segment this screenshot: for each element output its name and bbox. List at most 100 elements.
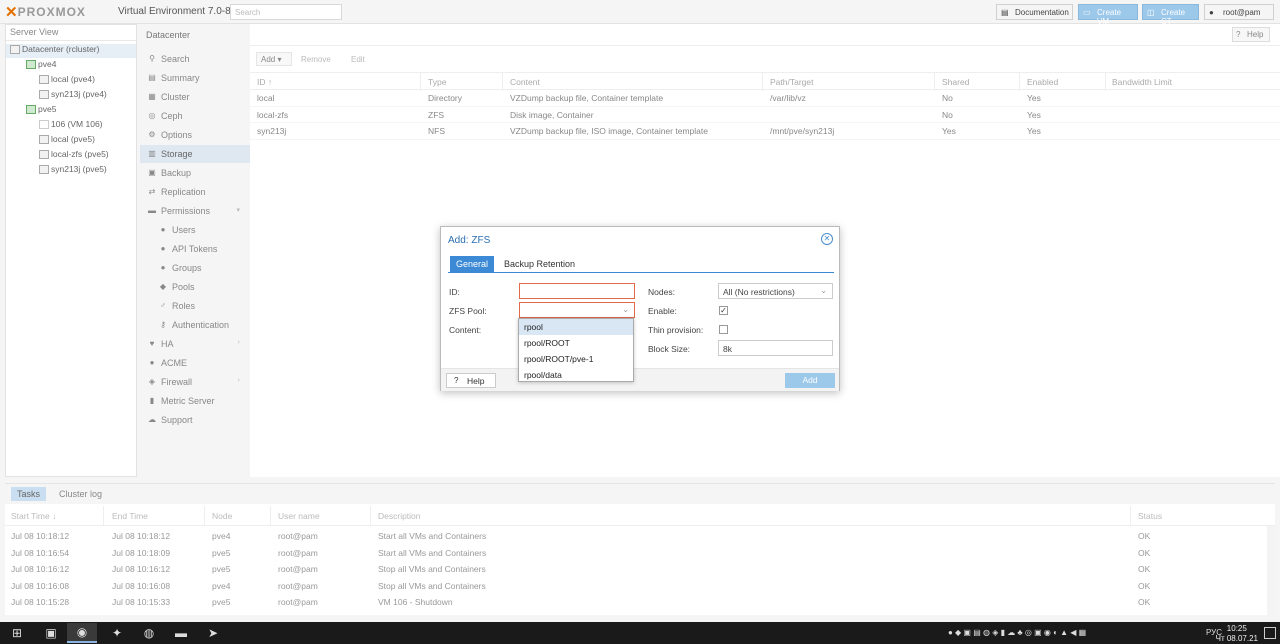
column-divider bbox=[934, 73, 935, 91]
task-row[interactable]: Jul 08 10:18:12 Jul 08 10:18:12 pve4 roo… bbox=[5, 528, 1270, 545]
column-header-enabled[interactable]: Enabled bbox=[1027, 77, 1058, 87]
dropdown-option[interactable]: rpool/ROOT/pve-1 bbox=[519, 351, 633, 367]
cell-start-time: Jul 08 10:16:54 bbox=[11, 547, 70, 558]
nav-item-api-tokens[interactable]: ● API Tokens bbox=[140, 240, 250, 258]
column-header-type[interactable]: Type bbox=[428, 77, 446, 87]
table-row[interactable]: syn213j NFS VZDump backup file, ISO imag… bbox=[250, 123, 1280, 140]
column-header-node[interactable]: Node bbox=[212, 511, 232, 521]
nav-item-ha[interactable]: ♥ HA › bbox=[140, 335, 250, 353]
close-icon[interactable]: ✕ bbox=[821, 233, 833, 245]
table-row[interactable]: local-zfs ZFS Disk image, Container No Y… bbox=[250, 107, 1280, 123]
user-icon: ● bbox=[160, 225, 166, 234]
dropdown-option[interactable]: rpool/ROOT bbox=[519, 335, 633, 351]
notifications-icon[interactable] bbox=[1264, 627, 1276, 639]
app-icon[interactable]: ✦ bbox=[102, 623, 132, 643]
tray-icons[interactable]: ● ◆ ▣ ▤ ◍ ◈ ▮ ☁ ♣ ◎ ▣ ◉ ◐ ▲ ◀ ▦ bbox=[948, 628, 1086, 637]
nav-item-replication[interactable]: ⇄ Replication bbox=[140, 183, 250, 201]
nav-item-support[interactable]: ☁ Support bbox=[140, 411, 250, 429]
nav-item-users[interactable]: ● Users bbox=[140, 221, 250, 239]
enable-label: Enable: bbox=[648, 306, 677, 316]
tree-item-vm[interactable]: 106 (VM 106) bbox=[6, 119, 103, 133]
nav-item-roles[interactable]: ♂ Roles bbox=[140, 297, 250, 315]
create-vm-button[interactable]: ▭ Create VM bbox=[1078, 4, 1138, 26]
tree-item-storage[interactable]: local-zfs (pve5) bbox=[6, 149, 109, 163]
chevron-down-icon: ▾ bbox=[236, 207, 240, 214]
dropdown-option[interactable]: rpool/data bbox=[519, 367, 633, 383]
nav-item-summary[interactable]: ▤ Summary bbox=[140, 69, 250, 87]
task-view-icon[interactable]: ▣ bbox=[36, 623, 66, 643]
dialog-help-button[interactable]: ? Help bbox=[446, 373, 496, 388]
tree-item-storage[interactable]: local (pve5) bbox=[6, 134, 95, 148]
column-header-user[interactable]: User name bbox=[278, 511, 320, 521]
id-field[interactable] bbox=[519, 283, 635, 299]
tree-item-storage[interactable]: local (pve4) bbox=[6, 74, 95, 88]
task-row[interactable]: Jul 08 10:16:08 Jul 08 10:16:08 pve4 roo… bbox=[5, 578, 1270, 595]
nav-item-groups[interactable]: ● Groups bbox=[140, 259, 250, 277]
column-header-description[interactable]: Description bbox=[378, 511, 421, 521]
column-header-id[interactable]: ID ↑ bbox=[257, 77, 272, 87]
nav-item-cluster[interactable]: ▦ Cluster bbox=[140, 88, 250, 106]
task-row[interactable]: Jul 08 10:16:12 Jul 08 10:16:12 pve5 roo… bbox=[5, 561, 1270, 578]
help-button[interactable]: ? Help bbox=[1232, 27, 1270, 42]
tab-backup-retention[interactable]: Backup Retention bbox=[498, 256, 581, 272]
column-header-end-time[interactable]: End Time bbox=[112, 511, 148, 521]
vpn-icon[interactable]: ◍ bbox=[134, 623, 164, 643]
breadcrumb: Datacenter bbox=[146, 30, 191, 40]
tree-item-node[interactable]: pve5 bbox=[6, 104, 56, 118]
nav-item-pools[interactable]: ◆ Pools bbox=[140, 278, 250, 296]
enable-checkbox[interactable]: ✓ bbox=[719, 306, 728, 315]
firefox-icon[interactable]: ◉ bbox=[67, 623, 97, 643]
column-header-start-time[interactable]: Start Time ↓ bbox=[11, 511, 56, 521]
column-header-bandwidth[interactable]: Bandwidth Limit bbox=[1112, 77, 1172, 87]
column-header-shared[interactable]: Shared bbox=[942, 77, 969, 87]
tree-item-node[interactable]: pve4 bbox=[6, 59, 56, 73]
column-header-content[interactable]: Content bbox=[510, 77, 540, 87]
task-scrollbar[interactable] bbox=[1267, 526, 1275, 616]
version-label: Virtual Environment 7.0-8 bbox=[118, 6, 231, 17]
cell-shared: Yes bbox=[942, 126, 956, 136]
nav-item-options[interactable]: ⚙ Options bbox=[140, 126, 250, 144]
dropdown-option[interactable]: rpool bbox=[519, 319, 633, 335]
documentation-button[interactable]: ▤ Documentation bbox=[996, 4, 1073, 20]
search-input[interactable]: Search bbox=[230, 4, 342, 20]
zfs-pool-select[interactable]: ⌄ bbox=[519, 302, 635, 318]
nav-item-metric-server[interactable]: ▮ Metric Server bbox=[140, 392, 250, 410]
column-header-path[interactable]: Path/Target bbox=[770, 77, 813, 87]
remove-button[interactable]: Remove bbox=[296, 52, 340, 66]
windows-taskbar: ⊞ ▣ ◉ ✦ ◍ ▬ ➤ ● ◆ ▣ ▤ ◍ ◈ ▮ ☁ ♣ ◎ ▣ ◉ ◐ … bbox=[0, 622, 1280, 644]
task-row[interactable]: Jul 08 10:16:54 Jul 08 10:18:09 pve5 roo… bbox=[5, 545, 1270, 562]
tab-tasks[interactable]: Tasks bbox=[11, 487, 47, 501]
nav-item-ceph[interactable]: ◎ Ceph bbox=[140, 107, 250, 125]
nav-item-search[interactable]: ⚲ Search bbox=[140, 50, 250, 68]
task-row[interactable]: Jul 08 10:15:28 Jul 08 10:15:33 pve5 roo… bbox=[5, 594, 1270, 611]
telegram-icon[interactable]: ➤ bbox=[198, 623, 228, 643]
nav-item-authentication[interactable]: ⚷ Authentication bbox=[140, 316, 250, 334]
tab-cluster-log[interactable]: Cluster log bbox=[53, 487, 108, 501]
user-icon: ● bbox=[1209, 8, 1214, 17]
tree-item-datacenter[interactable]: Datacenter (rcluster) bbox=[6, 44, 136, 58]
create-ct-button[interactable]: ◫ Create CT bbox=[1142, 4, 1199, 26]
dialog-add-button[interactable]: Add bbox=[785, 373, 835, 388]
nav-item-backup[interactable]: ▣ Backup bbox=[140, 164, 250, 182]
add-storage-button[interactable]: Add ▾ bbox=[256, 52, 292, 66]
windows-start-icon[interactable]: ⊞ bbox=[2, 623, 32, 643]
tree-item-storage[interactable]: syn213j (pve4) bbox=[6, 89, 107, 103]
edit-button[interactable]: Edit bbox=[346, 52, 368, 66]
block-size-field[interactable]: 8k bbox=[718, 340, 833, 356]
taskbar-clock[interactable]: 10:25 Чт 08.07.21 bbox=[1216, 624, 1258, 644]
nav-item-storage[interactable]: ▥ Storage bbox=[140, 145, 250, 163]
server-view-selector[interactable]: Server View bbox=[6, 25, 136, 41]
nodes-select[interactable]: All (No restrictions) ⌄ bbox=[718, 283, 833, 299]
tab-general[interactable]: General bbox=[450, 256, 495, 272]
nav-item-acme[interactable]: ● ACME bbox=[140, 354, 250, 372]
thin-provision-checkbox[interactable] bbox=[719, 325, 728, 334]
tree-item-storage[interactable]: syn213j (pve5) bbox=[6, 164, 107, 178]
nav-item-permissions[interactable]: ▬ Permissions ▾ bbox=[140, 202, 250, 220]
book-icon: ▤ bbox=[1001, 8, 1009, 17]
content-label: Content: bbox=[449, 325, 482, 335]
user-menu-button[interactable]: ● root@pam bbox=[1204, 4, 1274, 20]
column-header-status[interactable]: Status bbox=[1138, 511, 1162, 521]
folder-icon[interactable]: ▬ bbox=[166, 623, 196, 643]
table-row[interactable]: local Directory VZDump backup file, Cont… bbox=[250, 90, 1280, 107]
nav-item-firewall[interactable]: ◈ Firewall › bbox=[140, 373, 250, 391]
